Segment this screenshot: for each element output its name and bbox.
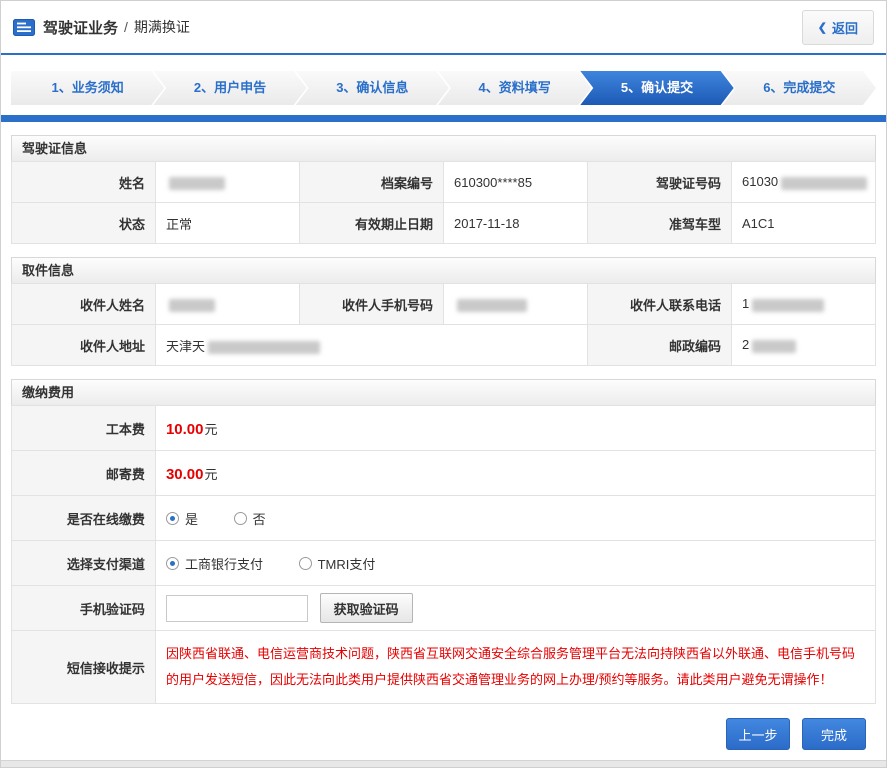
recipient-name-label: 收件人姓名 [11, 283, 156, 325]
mailing-fee-amount: 30.00 [165, 465, 204, 483]
mailing-fee-value: 30.00元 [154, 450, 877, 496]
sms-notice-label: 短信接收提示 [11, 630, 156, 704]
table-row: 收件人地址 天津天 邮政编码 2 [11, 324, 876, 366]
redacted-value [457, 298, 527, 312]
table-row: 是否在线缴费 是 否 [11, 495, 877, 541]
verification-code-label: 手机验证码 [11, 585, 156, 631]
step-1-business-notice[interactable]: 1、业务须知 [11, 71, 164, 105]
mailing-fee-unit: 元 [204, 466, 218, 482]
recipient-address-label: 收件人地址 [11, 324, 156, 366]
production-fee-label: 工本费 [11, 405, 156, 451]
redacted-value [752, 339, 797, 353]
back-button[interactable]: ❮ 返回 [801, 9, 874, 45]
table-row: 选择支付渠道 工商银行支付 TMRI支付 [11, 540, 877, 586]
table-row: 工本费 10.00元 [11, 405, 877, 451]
table-row: 手机验证码 获取验证码 [11, 585, 877, 631]
recipient-mobile-value [443, 283, 588, 325]
file-number-label: 档案编号 [299, 161, 444, 203]
radio-icon [298, 556, 312, 570]
fees-table: 工本费 10.00元 邮寄费 30.00元 是否在线缴费 是 否 选择支付渠道 [11, 405, 877, 704]
status-value: 正常 [155, 202, 300, 244]
radio-icon [165, 511, 179, 525]
page: 驾驶证业务 / 期满换证 ❮ 返回 1、业务须知 2、用户申告 3、确认信息 4… [0, 0, 887, 768]
name-label: 姓名 [11, 161, 156, 203]
table-row: 收件人姓名 收件人手机号码 收件人联系电话 1 [11, 283, 876, 325]
status-label: 状态 [11, 202, 156, 244]
valid-until-label: 有效期止日期 [299, 202, 444, 244]
license-number-value: 61030 [731, 161, 876, 203]
pickup-info-table: 收件人姓名 收件人手机号码 收件人联系电话 1 收件人地址 天津天 邮政编码 2 [11, 283, 876, 366]
sms-notice-cell: 因陕西省联通、电信运营商技术问题，陕西省互联网交通安全综合服务管理平台无法向持陕… [154, 630, 877, 704]
production-fee-amount: 10.00 [165, 420, 204, 438]
redacted-value [169, 298, 215, 312]
step-4-fill-materials[interactable]: 4、资料填写 [438, 71, 591, 105]
radio-icon [165, 556, 179, 570]
breadcrumb-current: 期满换证 [133, 19, 190, 35]
online-payment-options: 是 否 [154, 495, 877, 541]
verification-code-input[interactable] [165, 594, 308, 622]
verification-code-cell: 获取验证码 [154, 585, 877, 631]
table-row: 状态 正常 有效期止日期 2017-11-18 准驾车型 A1C1 [11, 202, 876, 244]
redacted-value [752, 298, 825, 312]
radio-online-payment-yes[interactable]: 是 [165, 509, 198, 528]
vehicle-class-value: A1C1 [731, 202, 876, 244]
table-row: 姓名 档案编号 610300****85 驾驶证号码 61030 [11, 161, 876, 203]
postal-code-label: 邮政编码 [587, 324, 732, 366]
table-row: 邮寄费 30.00元 [11, 450, 877, 496]
production-fee-unit: 元 [204, 421, 218, 437]
radio-channel-icbc[interactable]: 工商银行支付 [165, 554, 263, 573]
main-content: 驾驶证信息 姓名 档案编号 610300****85 驾驶证号码 61030 状… [1, 135, 886, 750]
vehicle-class-label: 准驾车型 [587, 202, 732, 244]
recipient-address-value: 天津天 [155, 324, 588, 366]
payment-channel-options: 工商银行支付 TMRI支付 [154, 540, 877, 586]
recipient-name-value [155, 283, 300, 325]
section-header-pickup-info: 取件信息 [11, 257, 876, 284]
radio-online-payment-no[interactable]: 否 [233, 509, 266, 528]
step-5-confirm-submit[interactable]: 5、确认提交 [580, 71, 733, 105]
redacted-value [781, 176, 868, 190]
previous-step-button[interactable]: 上一步 [726, 718, 790, 750]
redacted-value [169, 176, 225, 190]
bottom-strip [1, 760, 886, 767]
recipient-phone-value: 1 [731, 283, 876, 325]
back-button-label: 返回 [831, 20, 858, 36]
sms-notice-text: 因陕西省联通、电信运营商技术问题，陕西省互联网交通安全综合服务管理平台无法向持陕… [165, 646, 855, 687]
license-info-table: 姓名 档案编号 610300****85 驾驶证号码 61030 状态 正常 有… [11, 161, 876, 244]
get-verification-code-button[interactable]: 获取验证码 [319, 593, 413, 623]
radio-channel-tmri[interactable]: TMRI支付 [298, 554, 375, 573]
section-header-license-info: 驾驶证信息 [11, 135, 876, 162]
step-6-complete-submit[interactable]: 6、完成提交 [723, 71, 876, 105]
redacted-value [208, 340, 321, 354]
mailing-fee-label: 邮寄费 [11, 450, 156, 496]
table-row: 短信接收提示 因陕西省联通、电信运营商技术问题，陕西省互联网交通安全综合服务管理… [11, 630, 877, 704]
radio-icon [233, 511, 247, 525]
recipient-mobile-label: 收件人手机号码 [299, 283, 444, 325]
document-list-icon [13, 18, 35, 36]
wizard-steps: 1、业务须知 2、用户申告 3、确认信息 4、资料填写 5、确认提交 6、完成提… [1, 71, 886, 105]
recipient-phone-label: 收件人联系电话 [587, 283, 732, 325]
section-header-fees: 缴纳费用 [11, 379, 876, 406]
footer-actions: 上一步 完成 [11, 704, 876, 750]
license-number-label: 驾驶证号码 [587, 161, 732, 203]
page-header: 驾驶证业务 / 期满换证 ❮ 返回 [1, 1, 886, 55]
step-3-confirm-info[interactable]: 3、确认信息 [296, 71, 449, 105]
step-2-user-declaration[interactable]: 2、用户申告 [153, 71, 306, 105]
production-fee-value: 10.00元 [154, 405, 877, 451]
chevron-left-icon: ❮ [817, 21, 827, 34]
steps-accent-bar [1, 115, 886, 122]
online-payment-label: 是否在线缴费 [11, 495, 156, 541]
valid-until-value: 2017-11-18 [443, 202, 588, 244]
page-title: 驾驶证业务 [43, 19, 119, 37]
finish-button[interactable]: 完成 [802, 718, 866, 750]
payment-channel-label: 选择支付渠道 [11, 540, 156, 586]
breadcrumb-separator: / [124, 19, 128, 35]
file-number-value: 610300****85 [443, 161, 588, 203]
name-value [155, 161, 300, 203]
postal-code-value: 2 [731, 324, 876, 366]
